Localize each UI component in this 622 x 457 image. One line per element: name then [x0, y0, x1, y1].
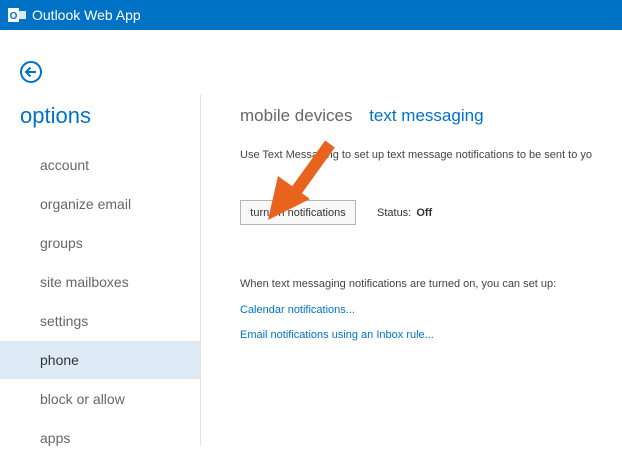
nav-item-phone[interactable]: phone: [0, 341, 200, 379]
app-title: Outlook Web App: [32, 7, 141, 23]
svg-text:O: O: [10, 11, 18, 22]
tab-text-messaging[interactable]: text messaging: [369, 106, 483, 126]
tab-bar: mobile devices text messaging: [240, 106, 496, 126]
options-sidebar: options account organize email groups si…: [0, 95, 201, 446]
nav-item-groups[interactable]: groups: [0, 224, 200, 262]
status-value: Off: [416, 207, 433, 219]
nav-item-site-mailboxes[interactable]: site mailboxes: [0, 263, 200, 301]
turn-on-notifications-button[interactable]: turn on notifications: [240, 200, 356, 225]
options-title: options: [20, 103, 91, 128]
outlook-logo-icon: O: [8, 7, 26, 23]
tab-mobile-devices[interactable]: mobile devices: [240, 106, 352, 126]
status-label: Status:: [377, 207, 412, 219]
description-text: Use Text Messaging to set up text messag…: [240, 149, 592, 161]
nav-item-settings[interactable]: settings: [0, 302, 200, 340]
status-indicator: Status: Off: [377, 207, 432, 219]
nav-item-account[interactable]: account: [0, 146, 200, 184]
email-notifications-link[interactable]: Email notifications using an Inbox rule.…: [240, 329, 434, 341]
setup-info-text: When text messaging notifications are tu…: [240, 278, 557, 290]
back-button[interactable]: [19, 60, 43, 84]
nav-item-apps[interactable]: apps: [0, 419, 200, 457]
back-arrow-icon: [20, 61, 42, 83]
main-content: mobile devices text messaging Use Text M…: [200, 95, 622, 445]
top-bar: O Outlook Web App: [0, 0, 622, 30]
nav-item-organize-email[interactable]: organize email: [0, 185, 200, 223]
calendar-notifications-link[interactable]: Calendar notifications...: [240, 304, 355, 316]
nav-item-block-or-allow[interactable]: block or allow: [0, 380, 200, 418]
